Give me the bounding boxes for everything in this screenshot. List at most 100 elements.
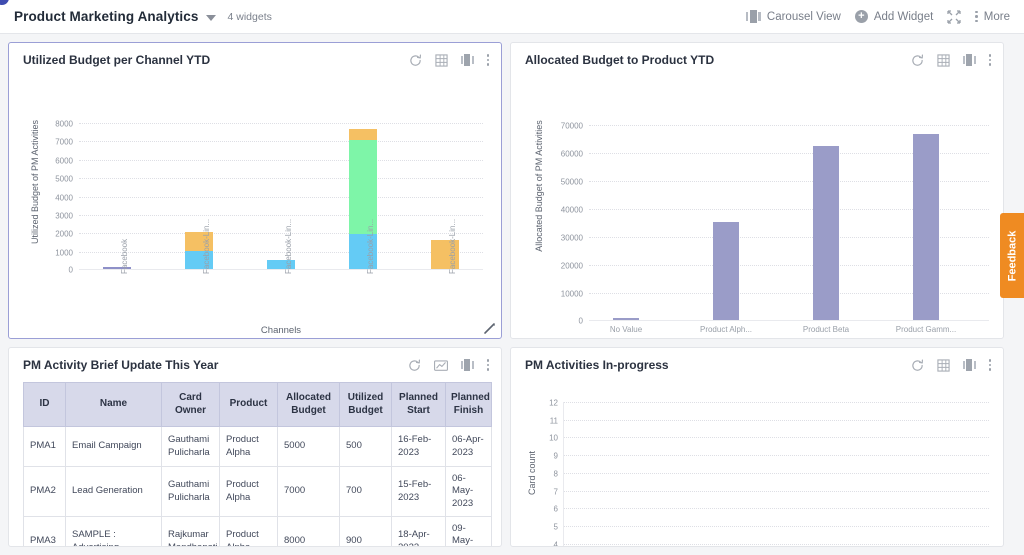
y-tick-label: 12 bbox=[549, 398, 558, 408]
y-tick-label: 0 bbox=[578, 316, 583, 326]
bar-category-1[interactable]: Facebook-Lin... bbox=[185, 219, 213, 274]
y-tick-label: 3000 bbox=[55, 211, 73, 221]
y-tick-label: 7000 bbox=[55, 137, 73, 147]
cell-name: SAMPLE : Advertising bbox=[65, 516, 162, 546]
kebab-menu-icon[interactable] bbox=[988, 359, 991, 371]
kebab-menu-icon[interactable] bbox=[486, 359, 489, 371]
col-header-utilized-budget[interactable]: Utilized Budget bbox=[339, 382, 392, 427]
gridline: 8 bbox=[554, 469, 989, 478]
bar-category-0[interactable]: Facebook bbox=[103, 239, 131, 274]
gridline: 6 bbox=[554, 505, 989, 514]
cell-finish: 06-May-2023 bbox=[445, 465, 492, 518]
col-header-id[interactable]: ID bbox=[23, 382, 66, 427]
layers-icon[interactable] bbox=[460, 54, 474, 66]
bar-category-3[interactable]: Facebook-Lin... bbox=[349, 129, 377, 274]
y-tick-label: 8000 bbox=[55, 119, 73, 129]
carousel-icon bbox=[745, 10, 761, 23]
refresh-icon[interactable] bbox=[408, 359, 421, 372]
chart-in-progress: Card count 12 11 10 9 8 7 6 5 4 bbox=[511, 382, 1003, 546]
more-button[interactable]: More bbox=[975, 11, 1010, 23]
y-tick-label: 6 bbox=[553, 504, 558, 514]
y-tick-label: 6000 bbox=[55, 156, 73, 166]
y-tick-label: 1000 bbox=[55, 248, 73, 258]
chevron-down-icon[interactable] bbox=[205, 14, 216, 21]
widget-actions bbox=[409, 53, 489, 67]
col-header-planned-finish[interactable]: Planned Finish bbox=[445, 382, 492, 427]
table-scroll-container[interactable]: ID Name Card Owner Product Allocated Bud… bbox=[9, 382, 501, 546]
gridline: 10 bbox=[549, 434, 989, 443]
table-row[interactable]: PMA3 SAMPLE : Advertising Rajkumar Mandh… bbox=[23, 516, 492, 546]
grid-icon[interactable] bbox=[936, 358, 950, 372]
kebab-menu-icon[interactable] bbox=[486, 54, 489, 66]
y-axis-label: Allocated Budget of PM Activities bbox=[534, 120, 544, 252]
bar-category-1[interactable]: Product Alph... bbox=[700, 222, 752, 334]
kebab-menu-icon[interactable] bbox=[988, 54, 991, 66]
gridline: 9 bbox=[554, 452, 989, 461]
cell-start: 18-Apr-2023 bbox=[391, 516, 446, 546]
col-header-card-owner[interactable]: Card Owner bbox=[161, 382, 220, 427]
table-row[interactable]: PMA2 Lead Generation Gauthami Pulicharla… bbox=[23, 465, 492, 518]
y-tick-label: 10000 bbox=[560, 289, 583, 299]
gridline: 7 bbox=[554, 487, 989, 496]
bar-category-4[interactable]: Facebook-Lin... bbox=[431, 219, 459, 274]
cell-start: 15-Feb-2023 bbox=[391, 465, 446, 518]
widget-activity-table[interactable]: PM Activity Brief Update This Year ID Na… bbox=[8, 347, 502, 547]
layers-icon[interactable] bbox=[962, 54, 976, 66]
plot-area: 70000 60000 50000 40000 30000 20000 1000… bbox=[561, 122, 989, 334]
plot-area: 8000 7000 6000 5000 4000 3000 2000 1000 … bbox=[55, 120, 483, 275]
feedback-label: Feedback bbox=[1006, 230, 1018, 281]
y-tick-label: 20000 bbox=[560, 261, 583, 271]
widget-in-progress[interactable]: PM Activities In-progress Card count 12 … bbox=[510, 347, 1004, 547]
y-axis-label: Card count bbox=[527, 450, 537, 496]
grid-icon[interactable] bbox=[936, 53, 950, 67]
y-tick-label: 5000 bbox=[55, 174, 73, 184]
x-tick-label: Product Gamm... bbox=[895, 325, 957, 334]
feedback-tab[interactable]: Feedback bbox=[1000, 213, 1024, 298]
widget-header: Allocated Budget to Product YTD bbox=[511, 43, 1003, 77]
layers-icon[interactable] bbox=[962, 359, 976, 371]
bar-category-0[interactable]: No Value bbox=[610, 317, 642, 334]
col-header-planned-start[interactable]: Planned Start bbox=[391, 382, 446, 427]
col-header-product[interactable]: Product bbox=[219, 382, 278, 427]
refresh-icon[interactable] bbox=[409, 54, 422, 67]
cell-product: Product Alpha bbox=[219, 426, 278, 467]
y-tick-label: 4000 bbox=[55, 193, 73, 202]
widget-actions bbox=[911, 53, 991, 67]
add-widget-button[interactable]: + Add Widget bbox=[854, 10, 934, 23]
cell-utilized: 900 bbox=[339, 516, 392, 546]
widget-utilized-budget[interactable]: Utilized Budget per Channel YTD Utilized… bbox=[8, 42, 502, 339]
widget-header: Utilized Budget per Channel YTD bbox=[9, 43, 501, 77]
layers-icon[interactable] bbox=[460, 359, 474, 371]
gridline: 12 bbox=[549, 399, 989, 408]
widget-title: PM Activity Brief Update This Year bbox=[23, 358, 219, 372]
chart-allocated-budget: Allocated Budget of PM Activities 70000 … bbox=[511, 77, 1003, 338]
y-tick-label: 40000 bbox=[560, 205, 583, 215]
carousel-view-button[interactable]: Carousel View bbox=[745, 10, 841, 23]
expand-icon[interactable] bbox=[947, 9, 961, 24]
y-axis-label: Utilized Budget of PM Activities bbox=[30, 119, 40, 245]
bar-category-3[interactable]: Product Gamm... bbox=[896, 133, 956, 334]
add-widget-label: Add Widget bbox=[873, 10, 934, 23]
y-tick-label: 30000 bbox=[560, 233, 583, 243]
table-row[interactable]: PMA1 Email Campaign Gauthami Pulicharla … bbox=[23, 426, 492, 467]
chart-icon[interactable] bbox=[433, 359, 448, 372]
plot-area: 12 11 10 9 8 7 6 5 4 3 bbox=[549, 399, 989, 546]
widget-header: PM Activities In-progress bbox=[511, 348, 1003, 382]
widget-allocated-budget[interactable]: Allocated Budget to Product YTD Allocate… bbox=[510, 42, 1004, 339]
y-tick-label: 7 bbox=[553, 487, 558, 496]
y-tick-label: 5 bbox=[553, 522, 558, 532]
bar-category-2[interactable]: Product Beta bbox=[803, 146, 849, 334]
refresh-icon[interactable] bbox=[911, 359, 924, 372]
y-tick-label: 70000 bbox=[560, 121, 583, 131]
col-header-allocated-budget[interactable]: Allocated Budget bbox=[277, 382, 340, 427]
bar-category-2[interactable]: Facebook-Lin... bbox=[267, 219, 295, 274]
resize-handle[interactable] bbox=[483, 321, 497, 335]
grid-icon[interactable] bbox=[434, 53, 448, 67]
refresh-icon[interactable] bbox=[911, 54, 924, 67]
cell-id: PMA2 bbox=[23, 465, 66, 518]
cell-utilized: 700 bbox=[339, 465, 392, 518]
col-header-name[interactable]: Name bbox=[65, 382, 162, 427]
cell-id: PMA1 bbox=[23, 426, 66, 467]
y-tick-label: 60000 bbox=[560, 149, 583, 159]
gridline: 1000 bbox=[55, 248, 483, 257]
